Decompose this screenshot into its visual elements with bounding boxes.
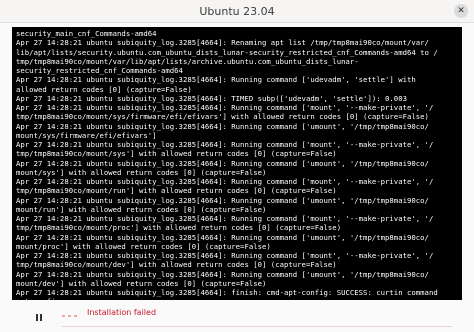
progress-indicator xyxy=(62,312,80,320)
log-line: Apr 27 14:28:21 ubuntu subiquity_log.328… xyxy=(16,75,416,85)
log-line: Apr 27 14:28:21 ubuntu subiquity_log.328… xyxy=(16,121,429,131)
log-line: tmp/tmp8mai90co/mount/sys'] with allowed… xyxy=(16,149,337,159)
log-line: Apr 27 14:28:21 ubuntu subiquity_log.328… xyxy=(16,177,434,186)
title-bar: Ubuntu 23.04 ✕ xyxy=(0,0,474,23)
close-icon: ✕ xyxy=(457,5,465,16)
log-line: Apr 27 14:28:21 ubuntu subiquity_log.328… xyxy=(16,288,438,297)
log-line: lib/apt/lists/security.ubuntu.com_ubuntu… xyxy=(16,47,438,57)
log-line: mount/dev'] with allowed return codes [0… xyxy=(16,278,267,288)
pause-button[interactable] xyxy=(29,310,49,324)
status-bar: Installation failed xyxy=(0,300,474,332)
log-line: tmp/tmp8mai90co/mount/run'] with allowed… xyxy=(16,186,337,196)
log-line: tmp/tmp8mai90co/mount/sys/firmware/efi/e… xyxy=(16,112,429,122)
log-line: mount/run'] with allowed return codes [0… xyxy=(16,204,267,214)
log-line: tmp/tmp8mai90co/mount/dev'] with allowed… xyxy=(16,260,337,270)
log-line: Apr 27 14:28:21 ubuntu subiquity_log.328… xyxy=(16,38,429,48)
log-line: tmp/tmp8mai90co/mount/var/lib/apt/lists/… xyxy=(16,56,359,66)
log-line: Apr 27 14:28:21 ubuntu subiquity_log.328… xyxy=(16,93,407,103)
log-line: Apr 27 14:28:21 ubuntu subiquity_log.328… xyxy=(16,158,429,168)
installer-log-terminal[interactable]: security_main_cnf_Commands-amd64 Apr 27 1… xyxy=(12,27,462,300)
log-line: Apr 27 14:28:21 ubuntu subiquity_log.328… xyxy=(16,251,434,260)
close-button[interactable]: ✕ xyxy=(454,4,468,18)
log-line: mount/sys/firmware/efi/efivars'] xyxy=(16,130,157,140)
log-line: allowed return codes [0] (capture=False) xyxy=(16,84,192,94)
log-line: Apr 27 14:28:21 ubuntu subiquity_log.328… xyxy=(16,214,434,223)
log-line: security_main_cnf_Commands-amd64 xyxy=(16,29,157,38)
log-line: mount/sys'] with allowed return codes [0… xyxy=(16,167,267,177)
log-line: security_restricted_cnf_Commands-amd64 xyxy=(16,66,183,75)
log-line: Apr 27 14:28:21 ubuntu subiquity_log.328… xyxy=(16,269,429,279)
log-line: Apr 27 14:28:21 ubuntu subiquity_log.328… xyxy=(16,195,429,205)
install-status-text: Installation failed xyxy=(87,308,157,317)
log-line: Apr 27 14:28:21 ubuntu subiquity_log.328… xyxy=(16,103,434,112)
installer-window: Ubuntu 23.04 ✕ security_main_cnf_Command… xyxy=(0,0,474,332)
window-title: Ubuntu 23.04 xyxy=(199,4,275,18)
log-line: mount/proc'] with allowed return codes [… xyxy=(16,241,271,251)
log-line: tmp/tmp8mai90co/mount/proc'] with allowe… xyxy=(16,223,342,233)
log-line: Apr 27 14:28:21 ubuntu subiquity_log.328… xyxy=(16,140,434,149)
log-line: Apr 27 14:28:21 ubuntu subiquity_log.328… xyxy=(16,232,429,242)
status-divider xyxy=(62,326,452,327)
pause-icon xyxy=(36,313,38,321)
